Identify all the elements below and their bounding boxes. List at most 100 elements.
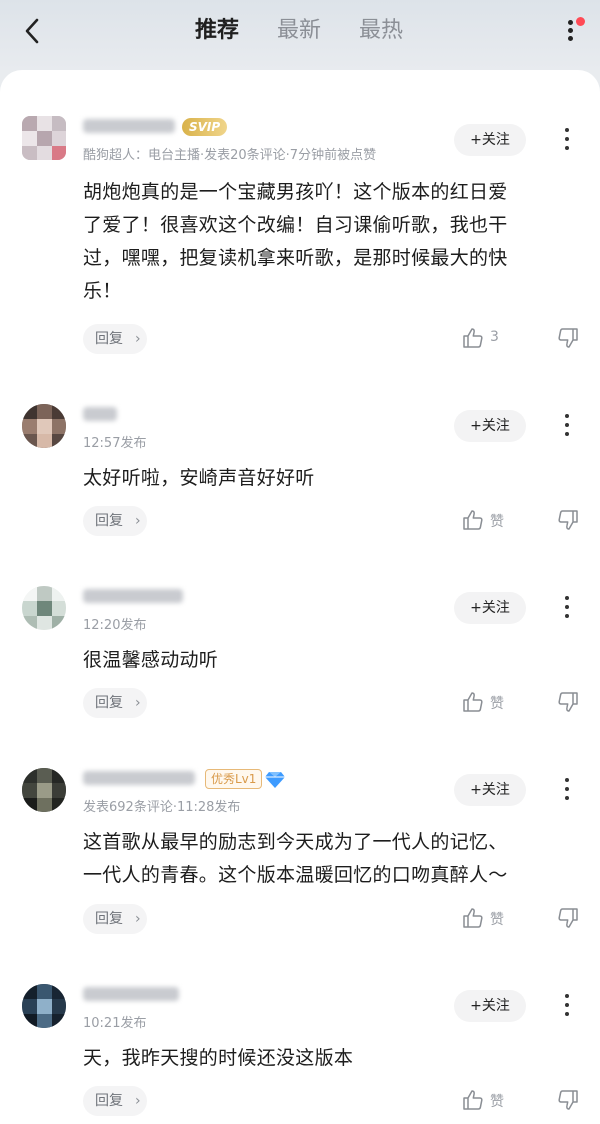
username-blurred[interactable] — [83, 407, 117, 421]
like-button[interactable]: 赞 — [462, 688, 522, 718]
comment-more-button[interactable] — [555, 776, 579, 804]
comment-text-line: 很温馨感动动听 — [83, 649, 219, 671]
reply-button[interactable]: 回复 › — [83, 688, 147, 718]
username-blurred[interactable] — [83, 119, 175, 133]
thumbs-up-icon — [463, 908, 483, 928]
avatar[interactable] — [22, 116, 66, 160]
comment-text: 太好听啦，安崎声音好好听 — [83, 462, 573, 495]
comment-more-button[interactable] — [555, 992, 579, 1020]
dislike-button[interactable] — [557, 506, 581, 536]
more-vertical-icon-dot — [565, 423, 569, 427]
follow-button[interactable]: +关注 — [454, 592, 526, 624]
tab-latest[interactable]: 最新 — [277, 16, 321, 46]
notification-dot — [576, 17, 585, 26]
username-blurred[interactable] — [83, 987, 179, 1001]
reply-button[interactable]: 回复 › — [83, 324, 147, 354]
like-button[interactable]: 赞 — [462, 1086, 522, 1116]
avatar[interactable] — [22, 768, 66, 812]
level-badge: 优秀Lv1 — [205, 769, 263, 789]
like-label: 赞 — [490, 514, 504, 530]
comment-meta: 发表692条评论·11:28发布 — [83, 800, 241, 815]
avatar[interactable] — [22, 404, 66, 448]
more-vertical-icon-dot — [565, 614, 569, 618]
follow-button[interactable]: +关注 — [454, 410, 526, 442]
thumbs-up-icon — [463, 328, 483, 348]
comment-text-line: 这首歌从最早的励志到今天成为了一代人的记忆、 — [83, 831, 508, 853]
dislike-button[interactable] — [557, 904, 581, 934]
more-vertical-icon — [565, 778, 569, 782]
more-vertical-icon-dot — [568, 28, 573, 33]
reply-label: 回复 — [95, 513, 123, 529]
comment-text: 这首歌从最早的励志到今天成为了一代人的记忆、 一代人的青春。这个版本温暖回忆的口… — [83, 826, 573, 892]
comment-more-button[interactable] — [555, 594, 579, 622]
tab-hottest[interactable]: 最热 — [359, 16, 403, 46]
avatar-image — [22, 116, 66, 160]
more-vertical-icon-dot — [565, 146, 569, 150]
avatar[interactable] — [22, 984, 66, 1028]
chevron-right-icon: › — [135, 695, 141, 711]
thumbs-down-icon — [558, 1090, 578, 1110]
comment-text-line: 乐！ — [83, 280, 122, 302]
reply-label: 回复 — [95, 331, 123, 347]
thumbs-up-icon — [463, 692, 483, 712]
chevron-right-icon: › — [135, 911, 141, 927]
dislike-button[interactable] — [557, 1086, 581, 1116]
like-count: 3 — [490, 329, 499, 345]
comment-meta: 酷狗超人：电台主播·发表20条评论·7分钟前被点赞 — [83, 148, 377, 163]
comment-text-line: 天，我昨天搜的时候还没这版本 — [83, 1047, 354, 1069]
more-vertical-icon — [568, 20, 573, 25]
like-button[interactable]: 赞 — [462, 904, 522, 934]
like-button[interactable]: 赞 — [462, 506, 522, 536]
chevron-right-icon: › — [135, 513, 141, 529]
like-label: 赞 — [490, 1094, 504, 1110]
like-label: 赞 — [490, 912, 504, 928]
reply-button[interactable]: 回复 › — [83, 904, 147, 934]
username-blurred[interactable] — [83, 589, 183, 603]
avatar-image — [22, 404, 66, 448]
avatar-image — [22, 768, 66, 812]
more-options-button[interactable] — [558, 12, 586, 48]
top-bar: 推荐 最新 最热 — [0, 0, 600, 70]
dislike-button[interactable] — [557, 688, 581, 718]
comment-more-button[interactable] — [555, 126, 579, 154]
like-label: 赞 — [490, 696, 504, 712]
reply-label: 回复 — [95, 695, 123, 711]
chevron-right-icon: › — [135, 1093, 141, 1109]
comment-text: 天，我昨天搜的时候还没这版本 — [83, 1042, 573, 1075]
like-button[interactable]: 3 — [462, 324, 522, 354]
thumbs-up-icon — [463, 1090, 483, 1110]
more-vertical-icon-dot — [565, 605, 569, 609]
more-vertical-icon — [565, 994, 569, 998]
avatar[interactable] — [22, 586, 66, 630]
follow-button[interactable]: +关注 — [454, 774, 526, 806]
username-blurred[interactable] — [83, 771, 195, 785]
diamond-icon-svg — [265, 772, 285, 788]
more-vertical-icon-dot — [565, 796, 569, 800]
comment-text-line: 过，嘿嘿，把复读机拿来听歌，是那时候最大的快 — [83, 247, 508, 269]
comment-text: 很温馨感动动听 — [83, 644, 573, 677]
comment-meta: 12:20发布 — [83, 618, 147, 633]
more-vertical-icon — [565, 414, 569, 418]
comment-text-line: 了爱了！很喜欢这个改编！自习课偷听歌，我也干 — [83, 214, 508, 236]
reply-label: 回复 — [95, 1093, 123, 1109]
comment-meta: 10:21发布 — [83, 1016, 147, 1031]
comment-meta: 12:57发布 — [83, 436, 147, 451]
tab-recommended[interactable]: 推荐 — [195, 16, 239, 46]
more-vertical-icon — [565, 596, 569, 600]
comment-text-line: 太好听啦，安崎声音好好听 — [83, 467, 315, 489]
dislike-button[interactable] — [557, 324, 581, 354]
reply-button[interactable]: 回复 › — [83, 1086, 147, 1116]
thumbs-down-icon — [558, 692, 578, 712]
comment-list: SVIP 酷狗超人：电台主播·发表20条评论·7分钟前被点赞 +关注 胡炮炮真的… — [0, 70, 600, 1124]
follow-button[interactable]: +关注 — [454, 124, 526, 156]
thumbs-down-icon — [558, 328, 578, 348]
avatar-image — [22, 984, 66, 1028]
svip-badge: SVIP — [182, 118, 228, 136]
tab-bar: 推荐 最新 最热 — [0, 16, 600, 48]
thumbs-up-icon — [463, 510, 483, 530]
comment-text-line: 一代人的青春。这个版本温暖回忆的口吻真醉人～ — [83, 864, 508, 886]
reply-button[interactable]: 回复 › — [83, 506, 147, 536]
follow-button[interactable]: +关注 — [454, 990, 526, 1022]
thumbs-down-icon — [558, 908, 578, 928]
comment-more-button[interactable] — [555, 412, 579, 440]
